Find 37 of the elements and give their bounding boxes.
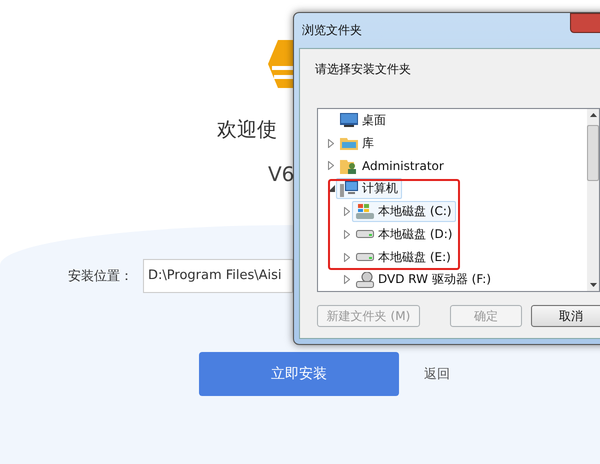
tree-item[interactable]: 计算机 xyxy=(336,178,402,200)
path-label: 安装位置： xyxy=(68,268,133,285)
expand-arrow-icon[interactable] xyxy=(344,230,350,239)
expand-arrow-icon[interactable] xyxy=(344,275,350,284)
tree-item[interactable]: Administrator xyxy=(336,156,448,176)
scrollbar[interactable] xyxy=(587,109,599,291)
expand-arrow-icon[interactable] xyxy=(328,161,334,170)
expand-arrow-icon[interactable] xyxy=(344,252,350,262)
dialog-button[interactable]: 取消 xyxy=(531,305,600,327)
system-drive-icon xyxy=(356,204,374,220)
tree-item[interactable]: 本地磁盘 (E:) xyxy=(352,246,455,268)
library-folder-icon xyxy=(340,136,358,150)
expand-arrow-icon[interactable] xyxy=(344,207,350,216)
computer-icon xyxy=(340,180,358,197)
welcome-title: 欢迎使 xyxy=(217,116,277,143)
drive-icon xyxy=(356,253,374,262)
dvd-drive-icon xyxy=(356,272,374,288)
close-button[interactable] xyxy=(570,13,600,33)
monitor-icon xyxy=(340,113,358,128)
version-text: V6 xyxy=(268,162,294,186)
user-folder-icon xyxy=(340,158,358,174)
install-button[interactable]: 立即安装 xyxy=(199,352,399,396)
back-link[interactable]: 返回 xyxy=(424,365,450,383)
tree-item[interactable]: 本地磁盘 (D:) xyxy=(352,224,456,245)
tree-item[interactable]: 库 xyxy=(336,132,378,154)
scroll-up-icon[interactable] xyxy=(590,113,596,117)
app-logo-icon xyxy=(268,40,293,88)
dialog-prompt: 请选择安装文件夹 xyxy=(315,61,412,78)
collapse-arrow-icon[interactable] xyxy=(328,185,334,192)
tree-item[interactable]: 桌面 xyxy=(336,110,390,131)
path-field[interactable]: D:\Program Files\Aisi xyxy=(143,259,293,293)
dialog-title: 浏览文件夹 xyxy=(302,22,362,38)
tree-item[interactable]: 本地磁盘 (C:) xyxy=(352,201,456,222)
expand-arrow-icon[interactable] xyxy=(328,138,334,148)
scroll-down-icon[interactable] xyxy=(590,283,596,287)
drive-icon xyxy=(356,230,374,238)
tree-item[interactable]: DVD RW 驱动器 (F:) xyxy=(352,269,496,290)
